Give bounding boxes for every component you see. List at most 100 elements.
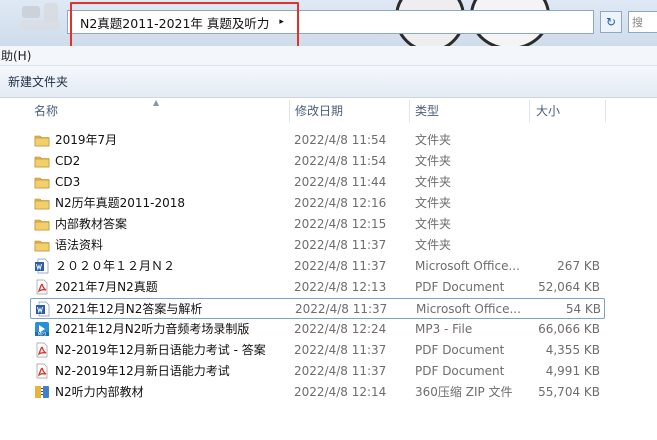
file-modified-date: 2022/4/8 11:37 xyxy=(294,343,387,357)
file-type: MP3 - File xyxy=(415,322,473,336)
file-row[interactable]: ２０２０年１２月Ｎ２ 2022/4/8 11:37 Microsoft Office… xyxy=(30,256,605,277)
folder-icon xyxy=(34,153,50,169)
file-size: 52,064 KB xyxy=(538,280,600,294)
column-divider[interactable] xyxy=(289,100,290,122)
file-row[interactable]: 2021年7月N2真题 2022/4/8 12:13 PDF Document 52,… xyxy=(30,277,605,298)
breadcrumb-chevron-icon[interactable]: ▸ xyxy=(279,17,284,27)
word-icon xyxy=(35,301,51,317)
file-name: 2021年12月N2答案与解析 xyxy=(56,302,203,316)
file-size xyxy=(510,235,600,256)
file-size: 55,704 KB xyxy=(538,385,600,399)
file-size: 267 KB xyxy=(557,259,600,273)
file-type: Microsoft Office... xyxy=(416,302,521,316)
file-name: ２０２０年１２月Ｎ２ xyxy=(55,259,176,273)
file-type: PDF Document xyxy=(415,364,505,378)
file-size xyxy=(510,151,600,172)
file-name: CD3 xyxy=(55,175,81,189)
file-name: 2021年7月N2真题 xyxy=(55,280,158,294)
file-name: 2021年12月N2听力音频考场录制版 xyxy=(55,322,250,336)
file-row[interactable]: N2-2019年12月新日语能力考试 - 答案 2022/4/8 11:37 PDF… xyxy=(30,340,605,361)
address-bar[interactable]: N2真题2011-2021年 真题及听力 ▸ xyxy=(67,10,594,34)
file-name: N2历年真题2011-2018 xyxy=(55,196,186,210)
file-modified-date: 2022/4/8 11:37 xyxy=(294,259,387,273)
title-bar: N2真题2011-2021年 真题及听力 ▸ ↻ 搜 xyxy=(0,0,657,46)
menu-bar: 助(H) xyxy=(0,46,657,66)
blurred-nav-button xyxy=(22,6,40,18)
file-row[interactable]: 语法资料 2022/4/8 11:37 文件夹 xyxy=(30,235,605,256)
file-name: 语法资料 xyxy=(55,238,104,252)
mp3-icon: MP3 xyxy=(34,321,50,337)
file-row[interactable]: N2听力内部教材 2022/4/8 12:14 360压缩 ZIP 文件 55,704… xyxy=(30,382,605,403)
file-modified-date: 2022/4/8 11:44 xyxy=(294,175,387,189)
file-modified-date: 2022/4/8 12:15 xyxy=(294,217,387,231)
word-icon xyxy=(34,258,50,274)
column-divider[interactable] xyxy=(409,100,410,122)
file-size xyxy=(510,193,600,214)
file-type: PDF Document xyxy=(415,343,505,357)
menu-help[interactable]: 助(H) xyxy=(1,47,31,64)
file-type: Microsoft Office... xyxy=(415,259,520,273)
file-size xyxy=(510,130,600,151)
pdf-icon xyxy=(34,342,50,358)
file-type: 360压缩 ZIP 文件 xyxy=(415,385,513,399)
file-row[interactable]: 内部教材答案 2022/4/8 12:15 文件夹 xyxy=(30,214,605,235)
column-header-date[interactable]: 修改日期 xyxy=(295,98,343,124)
zip-icon xyxy=(34,384,50,400)
pdf-icon xyxy=(34,279,50,295)
file-name: 2019年7月 xyxy=(55,133,118,147)
file-size: 4,991 KB xyxy=(545,364,600,378)
file-size: 54 KB xyxy=(565,302,601,316)
column-header-name[interactable]: 名称 xyxy=(34,98,58,124)
file-name: N2-2019年12月新日语能力考试 xyxy=(55,364,230,378)
file-size xyxy=(510,214,600,235)
file-name: CD2 xyxy=(55,154,81,168)
file-modified-date: 2022/4/8 12:24 xyxy=(294,322,387,336)
file-type: 文件夹 xyxy=(415,154,452,168)
file-type: 文件夹 xyxy=(415,196,452,210)
file-row[interactable]: 2019年7月 2022/4/8 11:54 文件夹 xyxy=(30,130,605,151)
file-type: 文件夹 xyxy=(415,175,452,189)
file-modified-date: 2022/4/8 12:13 xyxy=(294,280,387,294)
folder-icon xyxy=(34,174,50,190)
file-row[interactable]: N2-2019年12月新日语能力考试 2022/4/8 11:37 PDF Docu… xyxy=(30,361,605,382)
sort-ascending-icon: ▲ xyxy=(153,98,160,107)
pdf-icon xyxy=(34,363,50,379)
search-placeholder: 搜 xyxy=(632,16,643,29)
svg-text:MP3: MP3 xyxy=(38,332,47,337)
file-row[interactable]: 2021年12月N2答案与解析 2022/4/8 11:37 Microsoft O… xyxy=(30,298,605,319)
file-type: PDF Document xyxy=(415,280,505,294)
file-modified-date: 2022/4/8 11:37 xyxy=(294,238,387,252)
file-row[interactable]: MP3 2021年12月N2听力音频考场录制版 2022/4/8 12:24 MP3 … xyxy=(30,319,605,340)
file-size: 4,355 KB xyxy=(545,343,600,357)
file-size: 66,066 KB xyxy=(538,322,600,336)
column-header-size[interactable]: 大小 xyxy=(536,98,560,124)
refresh-button[interactable]: ↻ xyxy=(600,11,622,33)
column-header-type[interactable]: 类型 xyxy=(415,98,439,124)
folder-icon xyxy=(34,237,50,253)
folder-icon xyxy=(34,132,50,148)
file-size xyxy=(510,172,600,193)
column-divider[interactable] xyxy=(529,100,530,122)
file-modified-date: 2022/4/8 12:14 xyxy=(294,385,387,399)
file-name: N2-2019年12月新日语能力考试 - 答案 xyxy=(55,343,266,357)
file-modified-date: 2022/4/8 11:54 xyxy=(294,133,387,147)
file-modified-date: 2022/4/8 11:37 xyxy=(294,364,387,378)
refresh-icon: ↻ xyxy=(605,15,617,29)
file-row[interactable]: N2历年真题2011-2018 2022/4/8 12:16 文件夹 xyxy=(30,193,605,214)
breadcrumb-current-folder[interactable]: N2真题2011-2021年 真题及听力 xyxy=(80,13,269,32)
search-input[interactable]: 搜 xyxy=(628,11,657,33)
column-header-row: ▲ 名称 修改日期 类型 大小 xyxy=(0,98,657,124)
file-modified-date: 2022/4/8 11:37 xyxy=(295,302,388,316)
column-divider[interactable] xyxy=(605,100,606,122)
file-list: ▲ 名称 修改日期 类型 大小 2019年7月 2022/4/8 11:54 文件夹… xyxy=(0,98,657,440)
folder-icon xyxy=(34,195,50,211)
file-name: N2听力内部教材 xyxy=(55,385,144,399)
file-row[interactable]: CD2 2022/4/8 11:54 文件夹 xyxy=(30,151,605,172)
new-folder-button[interactable]: 新建文件夹 xyxy=(8,73,68,90)
file-row[interactable]: CD3 2022/4/8 11:44 文件夹 xyxy=(30,172,605,193)
blurred-nav-button xyxy=(20,20,60,30)
file-modified-date: 2022/4/8 12:16 xyxy=(294,196,387,210)
toolbar: 新建文件夹 xyxy=(0,66,657,98)
file-modified-date: 2022/4/8 11:54 xyxy=(294,154,387,168)
file-type: 文件夹 xyxy=(415,217,452,231)
